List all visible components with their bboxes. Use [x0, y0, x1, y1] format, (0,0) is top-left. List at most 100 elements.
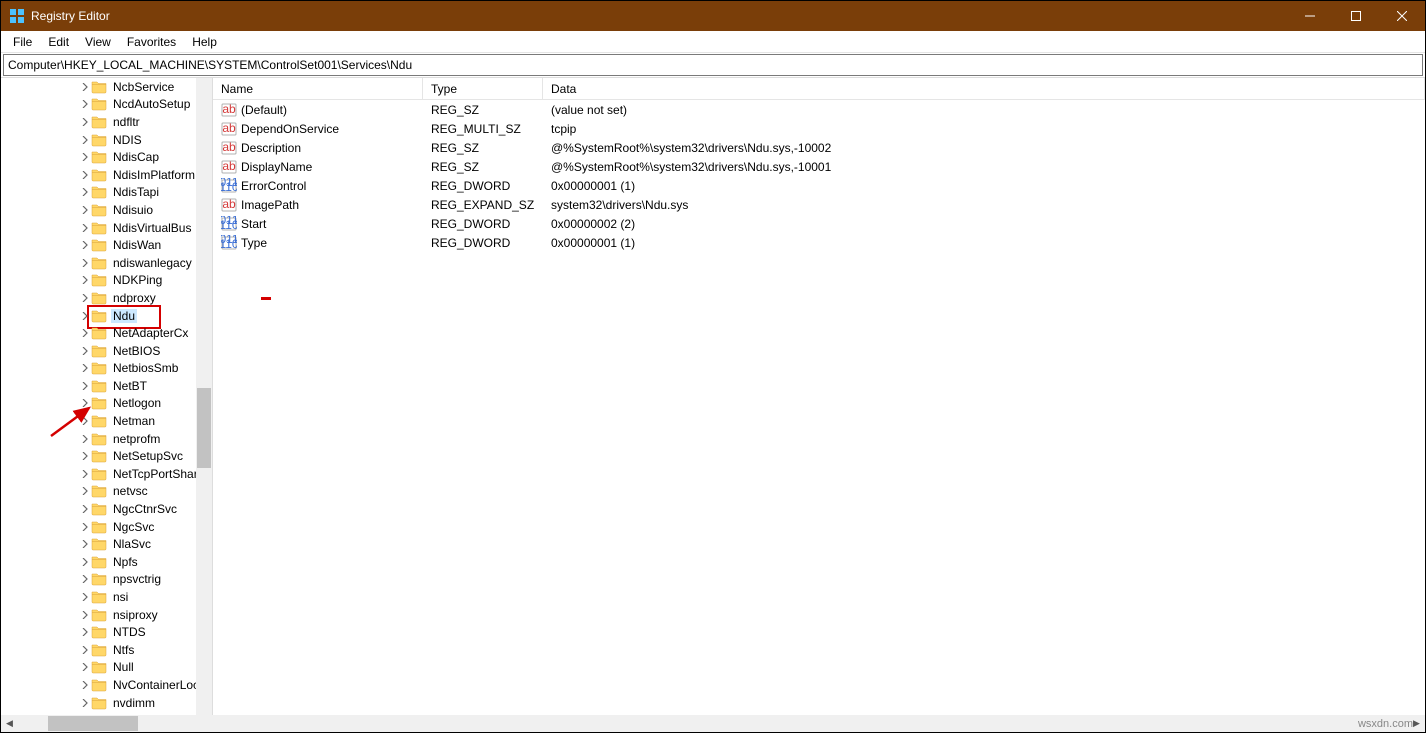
chevron-right-icon[interactable]: [79, 415, 91, 427]
chevron-right-icon[interactable]: [79, 310, 91, 322]
tree-item[interactable]: nvdimm: [1, 694, 212, 712]
chevron-right-icon[interactable]: [79, 239, 91, 251]
tree-item[interactable]: ndiswanlegacy: [1, 254, 212, 272]
column-data[interactable]: Data: [543, 78, 1425, 99]
tree-item[interactable]: Ntfs: [1, 641, 212, 659]
chevron-right-icon[interactable]: [79, 644, 91, 656]
chevron-right-icon[interactable]: [79, 556, 91, 568]
scroll-track[interactable]: [18, 715, 1408, 732]
tree-item[interactable]: NcbService: [1, 78, 212, 96]
chevron-right-icon[interactable]: [79, 697, 91, 709]
value-row[interactable]: abDependOnServiceREG_MULTI_SZtcpip: [213, 119, 1425, 138]
menu-edit[interactable]: Edit: [40, 33, 77, 51]
tree-item[interactable]: NdisCap: [1, 148, 212, 166]
chevron-right-icon[interactable]: [79, 450, 91, 462]
chevron-right-icon[interactable]: [79, 204, 91, 216]
tree-item[interactable]: NetSetupSvc: [1, 447, 212, 465]
tree-item[interactable]: NgcSvc: [1, 518, 212, 536]
value-row[interactable]: 011110TypeREG_DWORD0x00000001 (1): [213, 233, 1425, 252]
tree-item[interactable]: NcdAutoSetup: [1, 96, 212, 114]
tree-item[interactable]: NetbiosSmb: [1, 360, 212, 378]
tree-item[interactable]: netprofm: [1, 430, 212, 448]
string-value-icon: ab: [221, 121, 237, 137]
tree-item[interactable]: NetBT: [1, 377, 212, 395]
chevron-right-icon[interactable]: [79, 169, 91, 181]
tree-item[interactable]: Netlogon: [1, 395, 212, 413]
maximize-button[interactable]: [1333, 1, 1379, 31]
value-row[interactable]: 011110StartREG_DWORD0x00000002 (2): [213, 214, 1425, 233]
chevron-right-icon[interactable]: [79, 292, 91, 304]
minimize-button[interactable]: [1287, 1, 1333, 31]
column-name[interactable]: Name: [213, 78, 423, 99]
chevron-right-icon[interactable]: [79, 134, 91, 146]
tree-item[interactable]: NdisVirtualBus: [1, 219, 212, 237]
tree-item-label: NetBT: [111, 379, 149, 393]
tree-item[interactable]: nsi: [1, 588, 212, 606]
chevron-right-icon[interactable]: [79, 679, 91, 691]
chevron-right-icon[interactable]: [79, 186, 91, 198]
tree-item[interactable]: NDIS: [1, 131, 212, 149]
tree-item[interactable]: NdisTapi: [1, 184, 212, 202]
chevron-right-icon[interactable]: [79, 538, 91, 550]
chevron-right-icon[interactable]: [79, 573, 91, 585]
chevron-right-icon[interactable]: [79, 362, 91, 374]
tree-item[interactable]: Ndu: [1, 307, 212, 325]
menu-help[interactable]: Help: [184, 33, 225, 51]
chevron-right-icon[interactable]: [79, 485, 91, 497]
tree-item[interactable]: NvContainerLocalSystem: [1, 676, 212, 694]
value-row[interactable]: abDescriptionREG_SZ@%SystemRoot%\system3…: [213, 138, 1425, 157]
tree-scrollbar-thumb[interactable]: [197, 388, 211, 468]
tree-item[interactable]: NetAdapterCx: [1, 324, 212, 342]
chevron-right-icon[interactable]: [79, 151, 91, 163]
chevron-right-icon[interactable]: [79, 661, 91, 673]
chevron-right-icon[interactable]: [79, 609, 91, 621]
chevron-right-icon[interactable]: [79, 98, 91, 110]
tree-item[interactable]: NdisImPlatform: [1, 166, 212, 184]
tree-item[interactable]: Ndisuio: [1, 201, 212, 219]
tree-item[interactable]: ndproxy: [1, 289, 212, 307]
close-button[interactable]: [1379, 1, 1425, 31]
value-row[interactable]: ab(Default)REG_SZ(value not set): [213, 100, 1425, 119]
tree-item[interactable]: nsiproxy: [1, 606, 212, 624]
value-row[interactable]: 011110ErrorControlREG_DWORD0x00000001 (1…: [213, 176, 1425, 195]
address-bar[interactable]: Computer\HKEY_LOCAL_MACHINE\SYSTEM\Contr…: [3, 54, 1423, 76]
menu-file[interactable]: File: [5, 33, 40, 51]
chevron-right-icon[interactable]: [79, 257, 91, 269]
tree-item[interactable]: Netman: [1, 412, 212, 430]
tree-item[interactable]: Npfs: [1, 553, 212, 571]
tree-item[interactable]: NetBIOS: [1, 342, 212, 360]
tree-item[interactable]: NlaSvc: [1, 535, 212, 553]
chevron-right-icon[interactable]: [79, 81, 91, 93]
chevron-right-icon[interactable]: [79, 433, 91, 445]
column-type[interactable]: Type: [423, 78, 543, 99]
menu-bar: File Edit View Favorites Help: [1, 31, 1425, 53]
menu-view[interactable]: View: [77, 33, 119, 51]
scroll-left-button[interactable]: ◀: [1, 715, 18, 732]
tree-scrollbar[interactable]: [196, 78, 212, 715]
tree-item[interactable]: NdisWan: [1, 236, 212, 254]
tree-item[interactable]: ndfltr: [1, 113, 212, 131]
chevron-right-icon[interactable]: [79, 345, 91, 357]
chevron-right-icon[interactable]: [79, 397, 91, 409]
chevron-right-icon[interactable]: [79, 327, 91, 339]
tree-item[interactable]: NTDS: [1, 623, 212, 641]
chevron-right-icon[interactable]: [79, 626, 91, 638]
menu-favorites[interactable]: Favorites: [119, 33, 184, 51]
chevron-right-icon[interactable]: [79, 468, 91, 480]
chevron-right-icon[interactable]: [79, 521, 91, 533]
tree-item[interactable]: NetTcpPortSharing: [1, 465, 212, 483]
chevron-right-icon[interactable]: [79, 380, 91, 392]
chevron-right-icon[interactable]: [79, 116, 91, 128]
tree-item[interactable]: NDKPing: [1, 272, 212, 290]
chevron-right-icon[interactable]: [79, 591, 91, 603]
value-row[interactable]: abImagePathREG_EXPAND_SZsystem32\drivers…: [213, 195, 1425, 214]
tree-item[interactable]: Null: [1, 659, 212, 677]
chevron-right-icon[interactable]: [79, 503, 91, 515]
chevron-right-icon[interactable]: [79, 274, 91, 286]
value-row[interactable]: abDisplayNameREG_SZ@%SystemRoot%\system3…: [213, 157, 1425, 176]
tree-item[interactable]: netvsc: [1, 483, 212, 501]
chevron-right-icon[interactable]: [79, 222, 91, 234]
tree-item[interactable]: npsvctrig: [1, 571, 212, 589]
scroll-thumb[interactable]: [48, 716, 138, 731]
tree-item[interactable]: NgcCtnrSvc: [1, 500, 212, 518]
